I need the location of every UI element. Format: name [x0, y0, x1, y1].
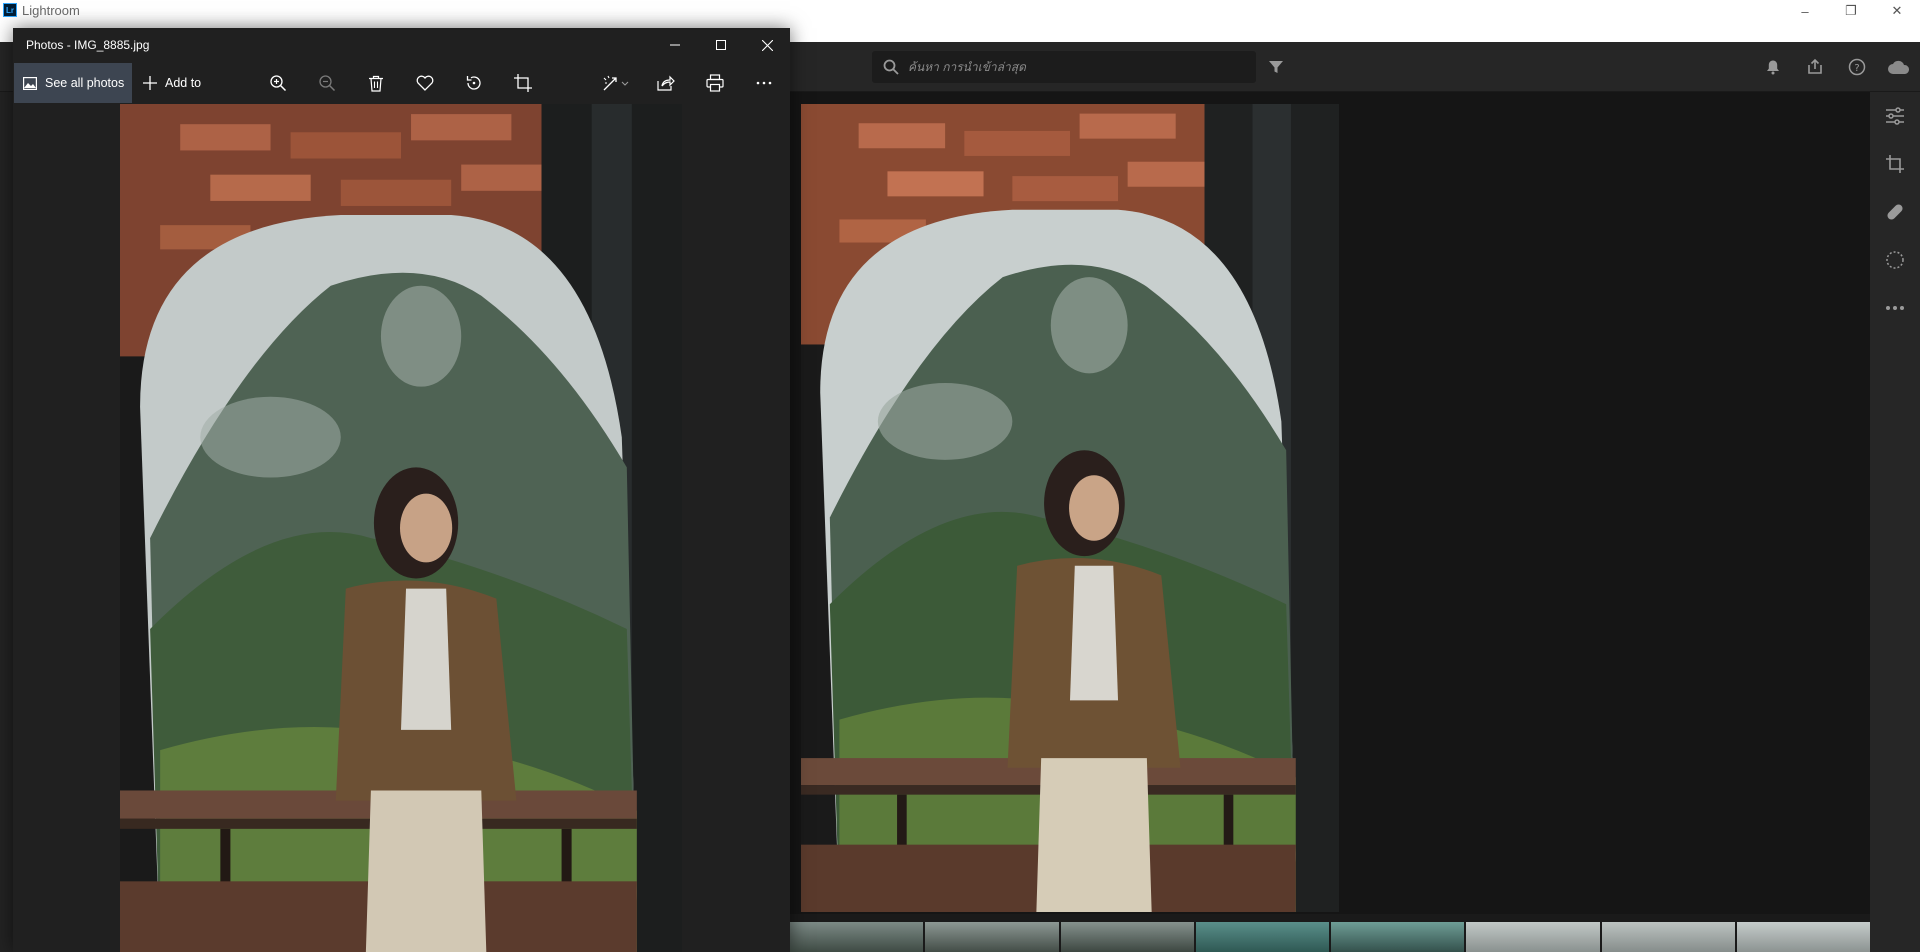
favorite-icon	[416, 75, 434, 91]
lightroom-filmstrip	[790, 922, 1870, 952]
filmstrip-thumbnail[interactable]	[1060, 922, 1194, 952]
crop-button[interactable]	[503, 63, 543, 103]
filmstrip-thumbnail[interactable]	[790, 922, 924, 952]
bell-icon	[1767, 60, 1779, 75]
lightroom-window-controls: – ❐ ✕	[1782, 0, 1920, 22]
minimize-icon	[670, 44, 680, 46]
crop-rotate-button[interactable]	[1870, 140, 1920, 188]
rotate-icon	[466, 76, 481, 90]
lightroom-edit-panel	[1870, 92, 1920, 952]
minimize-button[interactable]	[652, 28, 698, 62]
rotate-button[interactable]	[454, 63, 494, 103]
photo-image	[120, 104, 682, 952]
cloud-sync-button[interactable]	[1878, 42, 1920, 92]
healing-button[interactable]	[1870, 188, 1920, 236]
favorite-button[interactable]	[405, 63, 445, 103]
photos-app-window: Photos - IMG_8885.jpg See all photos Add…	[13, 28, 790, 952]
healing-icon	[1887, 204, 1903, 220]
search-input[interactable]: ค้นหา การนำเข้าล่าสุด	[872, 51, 1256, 83]
print-button[interactable]	[695, 63, 735, 103]
more-options-button[interactable]	[744, 63, 784, 103]
see-all-photos-button[interactable]: See all photos	[14, 63, 132, 103]
masking-button[interactable]	[1870, 236, 1920, 284]
crop-icon	[514, 74, 532, 92]
lightroom-toolbar-actions: ?	[1752, 42, 1920, 92]
cloud-icon	[1888, 60, 1910, 74]
lightroom-logo: Lr	[3, 3, 17, 17]
search-icon	[883, 59, 899, 75]
photos-original-photo	[120, 104, 682, 952]
see-all-photos-label: See all photos	[45, 76, 125, 90]
maximize-icon	[716, 40, 726, 50]
share-icon	[657, 75, 675, 91]
photos-toolbar: See all photos Add to	[13, 62, 790, 104]
share-button[interactable]	[1794, 42, 1836, 92]
restore-button[interactable]: ❐	[1828, 0, 1874, 22]
edit-icon	[603, 75, 629, 91]
filter-icon[interactable]	[1268, 59, 1284, 75]
zoom-out-button[interactable]	[307, 63, 347, 103]
photos-title: Photos - IMG_8885.jpg	[26, 38, 150, 52]
share-button[interactable]	[646, 63, 686, 103]
filmstrip-thumbnail[interactable]	[1331, 922, 1465, 952]
photos-titlebar: Photos - IMG_8885.jpg	[13, 28, 790, 62]
add-to-label: Add to	[165, 76, 202, 90]
plus-icon	[143, 76, 157, 90]
more-icon	[756, 81, 772, 85]
edit-image-button[interactable]	[593, 63, 639, 103]
crop-icon	[1886, 155, 1904, 173]
maximize-button[interactable]	[698, 28, 744, 62]
delete-button[interactable]	[356, 63, 396, 103]
minimize-icon: –	[1801, 3, 1809, 19]
edit-button[interactable]	[1870, 92, 1920, 140]
filmstrip-thumbnail[interactable]	[1195, 922, 1329, 952]
help-button[interactable]: ?	[1836, 42, 1878, 92]
minimize-button[interactable]: –	[1782, 0, 1828, 22]
more-options-button[interactable]	[1870, 284, 1920, 332]
notifications-button[interactable]	[1752, 42, 1794, 92]
lightroom-canvas	[790, 92, 1870, 914]
photos-window-controls	[652, 28, 790, 62]
zoom-in-icon	[270, 75, 287, 92]
close-button[interactable]	[744, 28, 790, 62]
filmstrip-thumbnail[interactable]	[925, 922, 1059, 952]
gallery-icon	[23, 76, 37, 90]
delete-icon	[369, 75, 383, 92]
close-icon: ✕	[1891, 3, 1903, 18]
lightroom-title: Lightroom	[22, 3, 80, 18]
photos-image-viewer[interactable]	[13, 104, 790, 952]
zoom-in-button[interactable]	[258, 63, 298, 103]
filmstrip-thumbnail[interactable]	[1736, 922, 1870, 952]
photo-image	[801, 104, 1339, 912]
lightroom-left-panel	[0, 92, 14, 952]
share-icon	[1808, 58, 1822, 74]
filmstrip-thumbnail[interactable]	[1466, 922, 1600, 952]
close-icon	[761, 39, 773, 51]
filmstrip-thumbnail[interactable]	[1601, 922, 1735, 952]
help-icon: ?	[1848, 58, 1866, 76]
close-button[interactable]: ✕	[1874, 0, 1920, 22]
svg-text:?: ?	[1854, 63, 1859, 74]
restore-icon: ❐	[1845, 3, 1857, 18]
zoom-out-icon	[319, 75, 336, 92]
mask-icon	[1886, 251, 1904, 269]
sliders-icon	[1886, 107, 1904, 125]
print-icon	[706, 74, 724, 92]
more-icon	[1886, 306, 1904, 310]
lightroom-edited-photo[interactable]	[801, 104, 1339, 912]
search-placeholder: ค้นหา การนำเข้าล่าสุด	[908, 59, 1026, 74]
add-to-button[interactable]: Add to	[143, 63, 201, 103]
